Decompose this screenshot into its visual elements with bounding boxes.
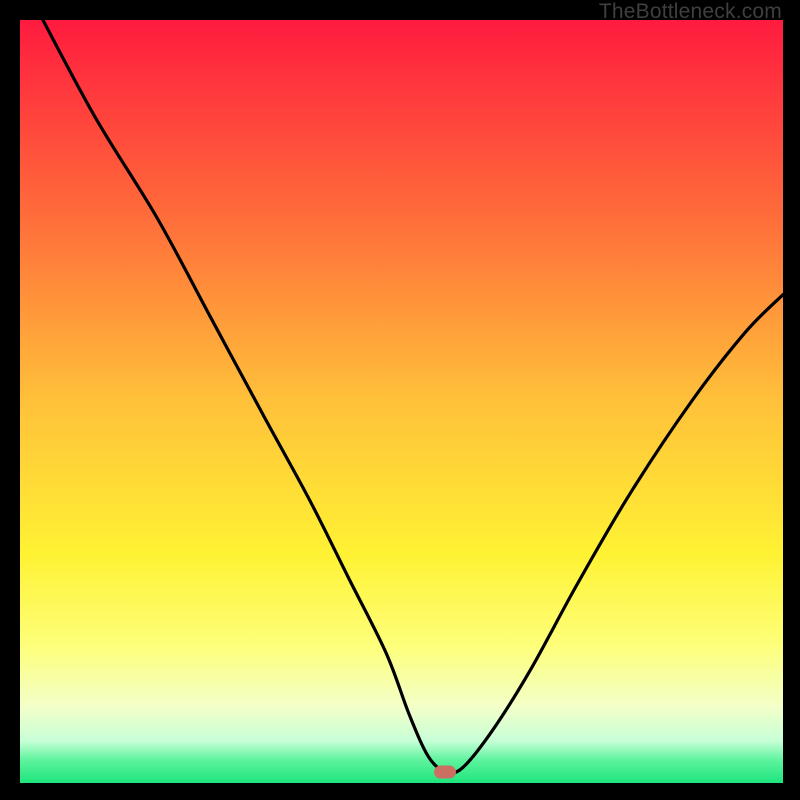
plot-area [20,20,783,783]
gradient-background [20,20,783,783]
chart-frame: TheBottleneck.com [0,0,800,800]
